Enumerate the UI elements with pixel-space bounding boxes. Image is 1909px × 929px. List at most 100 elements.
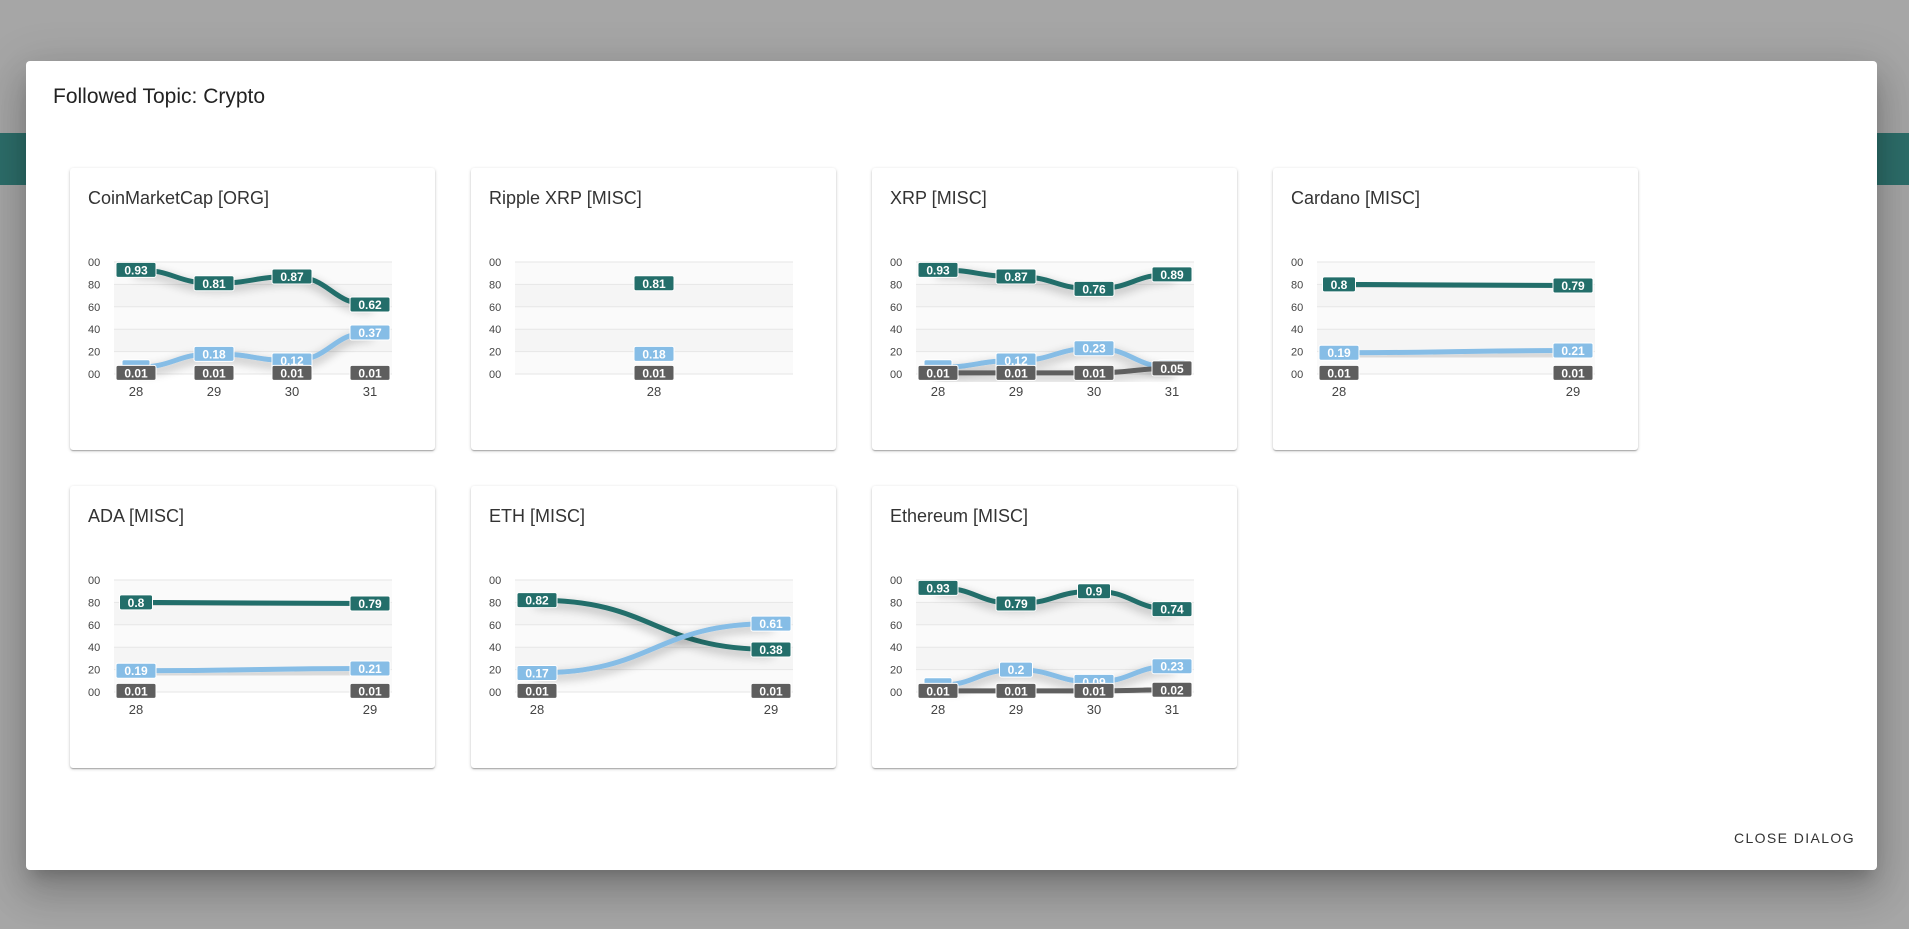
topic-card-title: Ethereum [MISC]: [890, 506, 1029, 526]
data-label-negative: 0.01: [750, 682, 792, 699]
x-tick-label: 29: [207, 384, 221, 399]
data-label-neutral: 0.17: [516, 664, 558, 681]
y-tick-label: 80: [890, 597, 902, 609]
x-tick-label: 28: [931, 384, 945, 399]
plot-band: [114, 624, 392, 648]
y-tick-label: 80: [88, 597, 100, 609]
svg-text:0.74: 0.74: [1160, 603, 1184, 617]
plot-band: [515, 306, 793, 330]
x-tick-label: 28: [129, 702, 143, 717]
data-label-neutral: 0.61: [750, 615, 792, 632]
close-dialog-button[interactable]: CLOSE DIALOG: [1730, 826, 1859, 850]
svg-text:0.23: 0.23: [1082, 342, 1106, 356]
y-tick-label: 00: [489, 687, 501, 699]
topic-card: ADA [MISC] 00 80 60 40 20 00 28 29 0.8 0.79 0.19 0.…: [70, 486, 435, 768]
data-label-negative: 0.01: [115, 364, 157, 381]
topic-card: CoinMarketCap [ORG] 00 80 60 40 20 00 28 29 30 31…: [70, 168, 435, 450]
y-tick-label: 60: [1291, 302, 1303, 314]
y-tick-label: 00: [489, 575, 501, 587]
x-tick-label: 29: [363, 702, 377, 717]
y-tick-label: 60: [489, 620, 501, 632]
data-label-positive: 0.38: [750, 641, 792, 658]
svg-text:0.79: 0.79: [358, 597, 382, 611]
y-tick-label: 40: [88, 642, 100, 654]
y-tick-label: 40: [489, 642, 501, 654]
topic-card: XRP [MISC] 00 80 60 40 20 00 28 29 30 31 0.93 0.87 0…: [872, 168, 1237, 450]
followed-topic-dialog: Followed Topic: Crypto CoinMarketCap [OR…: [26, 61, 1877, 870]
plot-band: [916, 624, 1194, 648]
data-label-negative: 0.05: [1151, 360, 1193, 377]
y-tick-label: 20: [1291, 347, 1303, 359]
x-tick-label: 28: [931, 702, 945, 717]
svg-text:0.93: 0.93: [926, 263, 950, 277]
sentiment-line-chart: 00 80 60 40 20 00 28 0.81 0.18 0.01: [489, 257, 793, 399]
data-label-positive: 0.76: [1073, 280, 1115, 297]
data-label-positive: 0.93: [115, 261, 157, 278]
data-label-positive: 0.93: [917, 261, 959, 278]
y-tick-label: 00: [890, 257, 902, 269]
y-tick-label: 80: [88, 279, 100, 291]
sentiment-line-chart: 00806040200028 29 30 310.93 0.870.760.890.12…: [890, 257, 1194, 399]
data-label-positive: 0.81: [633, 275, 675, 292]
svg-text:0.01: 0.01: [759, 684, 783, 698]
y-tick-label: 00: [890, 369, 902, 381]
y-tick-label: 60: [88, 620, 100, 632]
y-tick-label: 60: [489, 302, 501, 314]
y-tick-label: 60: [88, 302, 100, 314]
svg-text:0.87: 0.87: [280, 270, 304, 284]
series-line-neutral: [1336, 347, 1576, 356]
y-tick-label: 00: [1291, 369, 1303, 381]
y-tick-label: 20: [88, 665, 100, 677]
svg-text:0.01: 0.01: [642, 366, 666, 380]
topic-card: Ethereum [MISC] 00 80 60 40 20 00 28 29 30 31 0.93…: [872, 486, 1237, 768]
x-tick-label: 29: [1009, 384, 1023, 399]
data-label-neutral: 0.19: [1318, 344, 1360, 361]
x-tick-label: 29: [1566, 384, 1580, 399]
data-label-positive: 0.8: [119, 594, 153, 611]
y-tick-label: 00: [88, 369, 100, 381]
y-tick-label: 80: [489, 279, 501, 291]
series-line-neutral: [133, 665, 373, 674]
series-line-negative: [935, 687, 1175, 694]
svg-text:0.01: 0.01: [124, 684, 148, 698]
x-tick-label: 28: [129, 384, 143, 399]
svg-text:0.01: 0.01: [926, 366, 950, 380]
data-label-negative: 0.01: [516, 682, 558, 699]
data-label-positive: 0.87: [271, 268, 313, 285]
data-label-positive: 0.79: [1552, 277, 1594, 294]
data-label-neutral: 0.18: [193, 345, 235, 362]
y-tick-label: 00: [890, 575, 902, 587]
svg-text:0.79: 0.79: [1004, 597, 1028, 611]
svg-text:0.01: 0.01: [1082, 366, 1106, 380]
topic-cards-grid: CoinMarketCap [ORG] 00 80 60 40 20 00 28 29 30 31…: [70, 168, 1670, 768]
svg-text:0.19: 0.19: [124, 664, 148, 678]
y-tick-label: 40: [890, 324, 902, 336]
data-label-neutral: 0.21: [1552, 342, 1594, 359]
data-label-positive: 0.62: [349, 296, 391, 313]
x-tick-label: 30: [285, 384, 299, 399]
data-label-neutral: 0.23: [1073, 340, 1115, 357]
x-tick-label: 29: [764, 702, 778, 717]
svg-text:0.23: 0.23: [1160, 660, 1184, 674]
svg-text:0.19: 0.19: [1327, 346, 1351, 360]
svg-text:0.02: 0.02: [1160, 683, 1184, 697]
svg-text:0.18: 0.18: [202, 347, 226, 361]
svg-text:0.05: 0.05: [1160, 362, 1184, 376]
data-label-negative: 0.02: [1151, 681, 1193, 698]
y-tick-label: 40: [489, 324, 501, 336]
svg-text:0.62: 0.62: [358, 298, 382, 312]
y-tick-label: 00: [890, 687, 902, 699]
y-tick-label: 20: [890, 347, 902, 359]
x-tick-label: 30: [1087, 384, 1101, 399]
svg-text:0.93: 0.93: [124, 263, 148, 277]
x-tick-label: 31: [363, 384, 377, 399]
data-label-positive: 0.79: [349, 595, 391, 612]
data-label-neutral: 0.2: [999, 661, 1033, 678]
svg-text:0.01: 0.01: [1327, 366, 1351, 380]
svg-text:0.01: 0.01: [1082, 684, 1106, 698]
sentiment-line-chart: 00 80 60 40 20 00 28 29 30 31 0.93 0.81 0.87 0.62 0.18…: [88, 257, 392, 399]
svg-text:0.01: 0.01: [1561, 366, 1585, 380]
dialog-title: Followed Topic: Crypto: [53, 85, 266, 108]
data-label-negative: 0.01: [349, 364, 391, 381]
svg-text:0.38: 0.38: [759, 643, 783, 657]
